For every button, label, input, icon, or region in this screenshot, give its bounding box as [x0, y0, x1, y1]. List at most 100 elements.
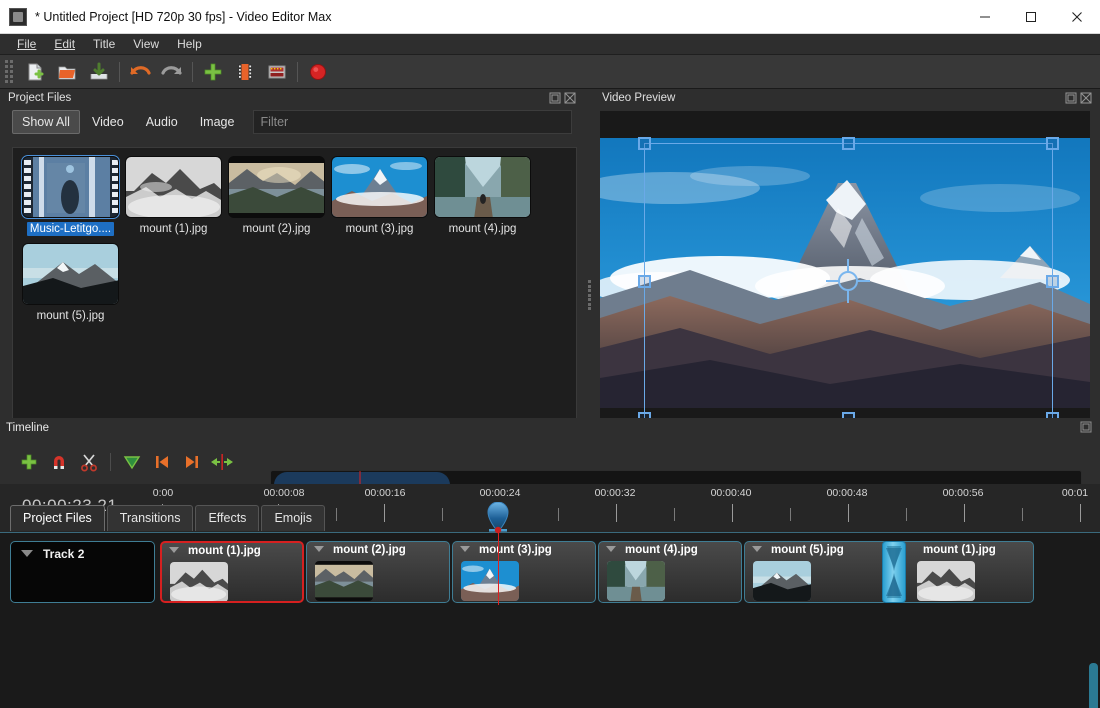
mountain-4-thumbnail	[607, 561, 665, 601]
redo-button[interactable]	[156, 57, 188, 87]
clip-label: mount (4).jpg	[625, 544, 698, 556]
tab-emojis[interactable]: Emojis	[261, 505, 325, 531]
timeline-clip[interactable]: mount (2).jpg	[306, 541, 450, 603]
video-preview-title: Video Preview	[598, 92, 1065, 104]
chevron-down-icon[interactable]	[752, 546, 762, 552]
menu-title[interactable]: Title	[84, 35, 124, 53]
minimize-button[interactable]	[962, 0, 1008, 34]
menu-edit[interactable]: Edit	[45, 35, 84, 53]
undo-icon	[129, 62, 151, 82]
filter-show-all-button[interactable]: Show All	[12, 110, 80, 134]
add-track-button[interactable]	[14, 447, 44, 477]
import-files-button[interactable]	[197, 57, 229, 87]
close-button[interactable]	[1054, 0, 1100, 34]
export-video-button[interactable]	[229, 57, 261, 87]
resize-handle-middle-left[interactable]	[638, 275, 651, 288]
list-item[interactable]: mount (3).jpg	[329, 156, 430, 239]
menu-view-label: View	[133, 37, 159, 51]
timeline-transition[interactable]	[882, 541, 906, 603]
list-item[interactable]: mount (2).jpg	[226, 156, 327, 239]
list-item[interactable]: Music-Letitgo....	[20, 156, 121, 239]
menu-bar: File Edit Title View Help	[0, 34, 1100, 55]
open-project-button[interactable]	[51, 57, 83, 87]
timeline-tracks-area: Track 2 mount (1).jpg	[0, 532, 1100, 708]
snapping-button[interactable]	[44, 447, 74, 477]
menu-view[interactable]: View	[124, 35, 168, 53]
save-project-button[interactable]	[83, 57, 115, 87]
transition-hourglass-icon	[883, 542, 905, 602]
ruler-label: 00:00:48	[827, 487, 868, 499]
clip-thumbnail	[607, 561, 665, 601]
ruler-label: 00:00:24	[480, 487, 521, 499]
add-marker-icon	[122, 452, 142, 472]
filter-video-button[interactable]: Video	[82, 110, 134, 134]
tab-project-files[interactable]: Project Files	[10, 505, 105, 531]
timeline-vertical-scrollbar[interactable]	[1089, 663, 1098, 708]
resize-handle-top-left[interactable]	[638, 137, 651, 150]
timeline-toolbar	[0, 440, 1100, 484]
timeline-clip[interactable]: mount (3).jpg	[452, 541, 596, 603]
animated-title-button[interactable]	[261, 57, 293, 87]
timeline-toolbar-separator-1	[110, 453, 111, 471]
ruler-label: 00:01	[1062, 487, 1088, 499]
menu-edit-label: Edit	[54, 37, 75, 51]
timeline-clip[interactable]: mount (5).jpg	[744, 541, 888, 603]
list-item[interactable]: mount (5).jpg	[20, 243, 121, 326]
resize-handle-middle-right[interactable]	[1046, 275, 1059, 288]
file-thumbnail[interactable]	[22, 243, 119, 305]
resize-handle-top-center[interactable]	[842, 137, 855, 150]
undo-button[interactable]	[124, 57, 156, 87]
timeline-clip[interactable]: mount (1).jpg	[890, 541, 1034, 603]
chevron-down-icon[interactable]	[169, 547, 179, 553]
file-thumbnail[interactable]	[22, 156, 119, 218]
next-marker-button[interactable]	[177, 447, 207, 477]
center-playhead-button[interactable]	[207, 447, 237, 477]
menu-file[interactable]: File	[8, 35, 45, 53]
float-panel-icon[interactable]	[1065, 92, 1077, 104]
timeline-clip[interactable]: mount (1).jpg	[160, 541, 304, 603]
clip-label: mount (1).jpg	[188, 545, 261, 557]
previous-marker-icon	[152, 452, 172, 472]
razor-button[interactable]	[74, 447, 104, 477]
tab-transitions[interactable]: Transitions	[107, 505, 194, 531]
clip-thumbnail	[315, 561, 373, 601]
center-playhead-icon	[210, 452, 234, 472]
file-name: mount (1).jpg	[137, 222, 211, 236]
clip-label: mount (3).jpg	[479, 544, 552, 556]
file-thumbnail[interactable]	[331, 156, 428, 218]
mountain-3-thumbnail	[332, 157, 428, 218]
add-marker-button[interactable]	[117, 447, 147, 477]
record-icon	[308, 62, 328, 82]
new-project-button[interactable]	[19, 57, 51, 87]
list-item[interactable]: mount (4).jpg	[432, 156, 533, 239]
chevron-down-icon[interactable]	[21, 550, 33, 557]
float-panel-icon[interactable]	[1080, 421, 1092, 433]
filter-search-input[interactable]	[253, 110, 572, 134]
close-panel-icon[interactable]	[564, 92, 576, 104]
filter-audio-button[interactable]: Audio	[136, 110, 188, 134]
video-preview-canvas[interactable]	[600, 111, 1090, 434]
filter-image-button[interactable]: Image	[190, 110, 245, 134]
float-panel-icon[interactable]	[549, 92, 561, 104]
file-name: mount (3).jpg	[343, 222, 417, 236]
chevron-down-icon[interactable]	[606, 546, 616, 552]
maximize-button[interactable]	[1008, 0, 1054, 34]
file-thumbnail[interactable]	[228, 156, 325, 218]
timeline-clip[interactable]: mount (4).jpg	[598, 541, 742, 603]
file-name: Music-Letitgo....	[27, 222, 114, 236]
track-header[interactable]: Track 2	[10, 541, 155, 603]
toolbar-grip[interactable]	[4, 61, 14, 83]
resize-handle-top-right[interactable]	[1046, 137, 1059, 150]
menu-help[interactable]: Help	[168, 35, 211, 53]
file-thumbnail[interactable]	[434, 156, 531, 218]
previous-marker-button[interactable]	[147, 447, 177, 477]
chevron-down-icon[interactable]	[314, 546, 324, 552]
chevron-down-icon[interactable]	[460, 546, 470, 552]
file-thumbnail[interactable]	[125, 156, 222, 218]
close-panel-icon[interactable]	[1080, 92, 1092, 104]
playhead-marker[interactable]	[486, 502, 510, 534]
tab-effects[interactable]: Effects	[195, 505, 259, 531]
record-button[interactable]	[302, 57, 334, 87]
list-item[interactable]: mount (1).jpg	[123, 156, 224, 239]
center-crosshair-icon[interactable]	[826, 259, 870, 303]
